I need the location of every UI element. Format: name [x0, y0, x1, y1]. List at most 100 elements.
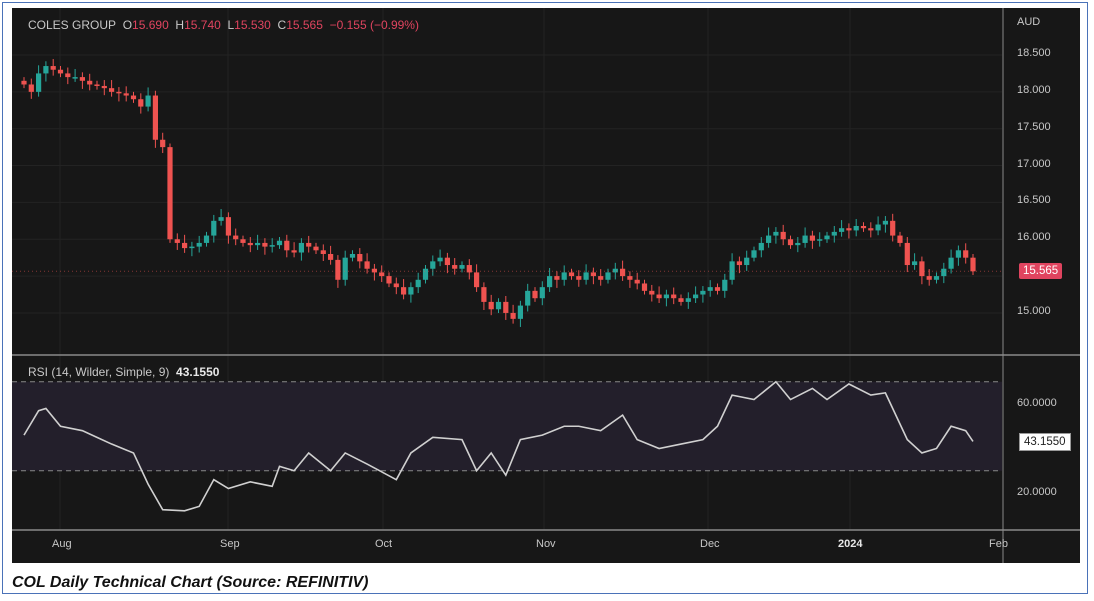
candle-body	[313, 246, 319, 251]
candle-body	[787, 239, 794, 246]
chart-svg[interactable]	[12, 8, 1080, 563]
candle-body	[291, 250, 297, 253]
candle-body	[685, 298, 691, 302]
candle-body	[773, 231, 779, 236]
candle-body	[422, 268, 429, 280]
candle-body	[386, 276, 392, 284]
candle-body	[211, 220, 217, 236]
candle-body	[839, 228, 845, 232]
candle-body	[160, 139, 166, 148]
candle-body	[941, 268, 947, 277]
candle-body	[714, 287, 721, 291]
candle-body	[349, 253, 356, 258]
rsi-tick: 60.0000	[1017, 397, 1057, 409]
candle-body	[94, 84, 100, 86]
candle-body	[722, 279, 728, 291]
high-label: H	[175, 18, 185, 32]
time-tick-feb: Feb	[989, 538, 1008, 550]
candle-body	[196, 242, 202, 247]
candle-body	[101, 85, 107, 89]
candle-body	[561, 272, 567, 280]
candle-body	[130, 95, 137, 100]
candle-body	[627, 276, 633, 280]
low-value: 15.530	[234, 18, 271, 32]
candle-body	[466, 265, 472, 273]
candle-body	[809, 235, 815, 241]
candle-body	[28, 84, 34, 92]
candle-body	[824, 235, 830, 240]
candle-body	[860, 225, 867, 229]
candle-body	[598, 276, 604, 280]
candle-body	[707, 287, 713, 291]
candle-body	[225, 217, 231, 236]
candle-body	[926, 276, 932, 280]
candle-body	[620, 268, 626, 277]
candle-body	[568, 272, 575, 277]
price-tick: 15.000	[1017, 304, 1051, 317]
candle-body	[269, 245, 275, 247]
candle-body	[276, 240, 283, 246]
candle-body	[503, 301, 509, 313]
candle-body	[218, 217, 224, 221]
rsi-label: RSI (14, Wilder, Simple, 9)	[28, 365, 170, 379]
candle-body	[641, 283, 648, 291]
price-tick: 16.500	[1017, 194, 1051, 207]
price-tick: 16.000	[1017, 231, 1051, 244]
candle-body	[693, 294, 699, 299]
candle-body	[948, 257, 954, 269]
candle-body	[415, 279, 421, 288]
candle-body	[109, 88, 115, 92]
candle-body	[780, 231, 786, 240]
time-tick-dec: Dec	[700, 538, 720, 550]
candle-body	[802, 235, 808, 243]
candle-body	[634, 279, 640, 284]
candle-body	[583, 272, 589, 280]
candle-body	[525, 290, 531, 306]
candle-body	[65, 73, 71, 78]
candle-body	[262, 242, 268, 247]
price-tick: 18.000	[1017, 83, 1051, 96]
candle-body	[379, 272, 385, 277]
candle-body	[547, 276, 553, 288]
open-label: O	[122, 18, 133, 32]
candle-body	[890, 220, 896, 236]
candle-body	[437, 257, 443, 262]
candle-body	[284, 240, 290, 251]
candle-body	[306, 242, 312, 247]
candle-body	[123, 93, 129, 96]
candle-body	[393, 283, 399, 288]
candle-body	[729, 261, 735, 280]
close-value: 15.565	[286, 18, 323, 32]
candle-body	[663, 294, 669, 299]
candle-body	[554, 276, 560, 280]
candle-body	[57, 69, 64, 74]
candle-body	[320, 250, 326, 254]
candle-body	[298, 242, 304, 253]
candle-body	[116, 91, 122, 94]
candle-body	[897, 235, 903, 243]
candle-body	[758, 242, 764, 251]
candle-body	[481, 287, 487, 302]
candle-body	[912, 261, 918, 266]
candle-body	[152, 95, 158, 140]
time-tick-nov: Nov	[536, 538, 556, 550]
candle-body	[671, 294, 677, 299]
candle-body	[240, 239, 246, 243]
candle-body	[970, 257, 976, 272]
candle-body	[138, 99, 144, 107]
candle-body	[495, 301, 502, 310]
last-price-tag: 15.565	[1019, 263, 1063, 279]
rsi-tick: 20.0000	[1017, 486, 1057, 498]
time-tick-sep: Sep	[220, 538, 240, 550]
candle-body	[795, 242, 801, 246]
candle-body	[963, 250, 969, 258]
candle-body	[474, 272, 480, 288]
candle-body	[72, 77, 78, 79]
candle-body	[919, 261, 925, 277]
candle-body	[488, 301, 494, 310]
candle-body	[590, 272, 596, 277]
time-tick-2024: 2024	[838, 538, 863, 550]
chart-panel[interactable]: COLES GROUP O15.690 H15.740 L15.530 C15.…	[12, 8, 1080, 563]
candle-body	[408, 287, 414, 295]
candle-body	[255, 242, 261, 246]
